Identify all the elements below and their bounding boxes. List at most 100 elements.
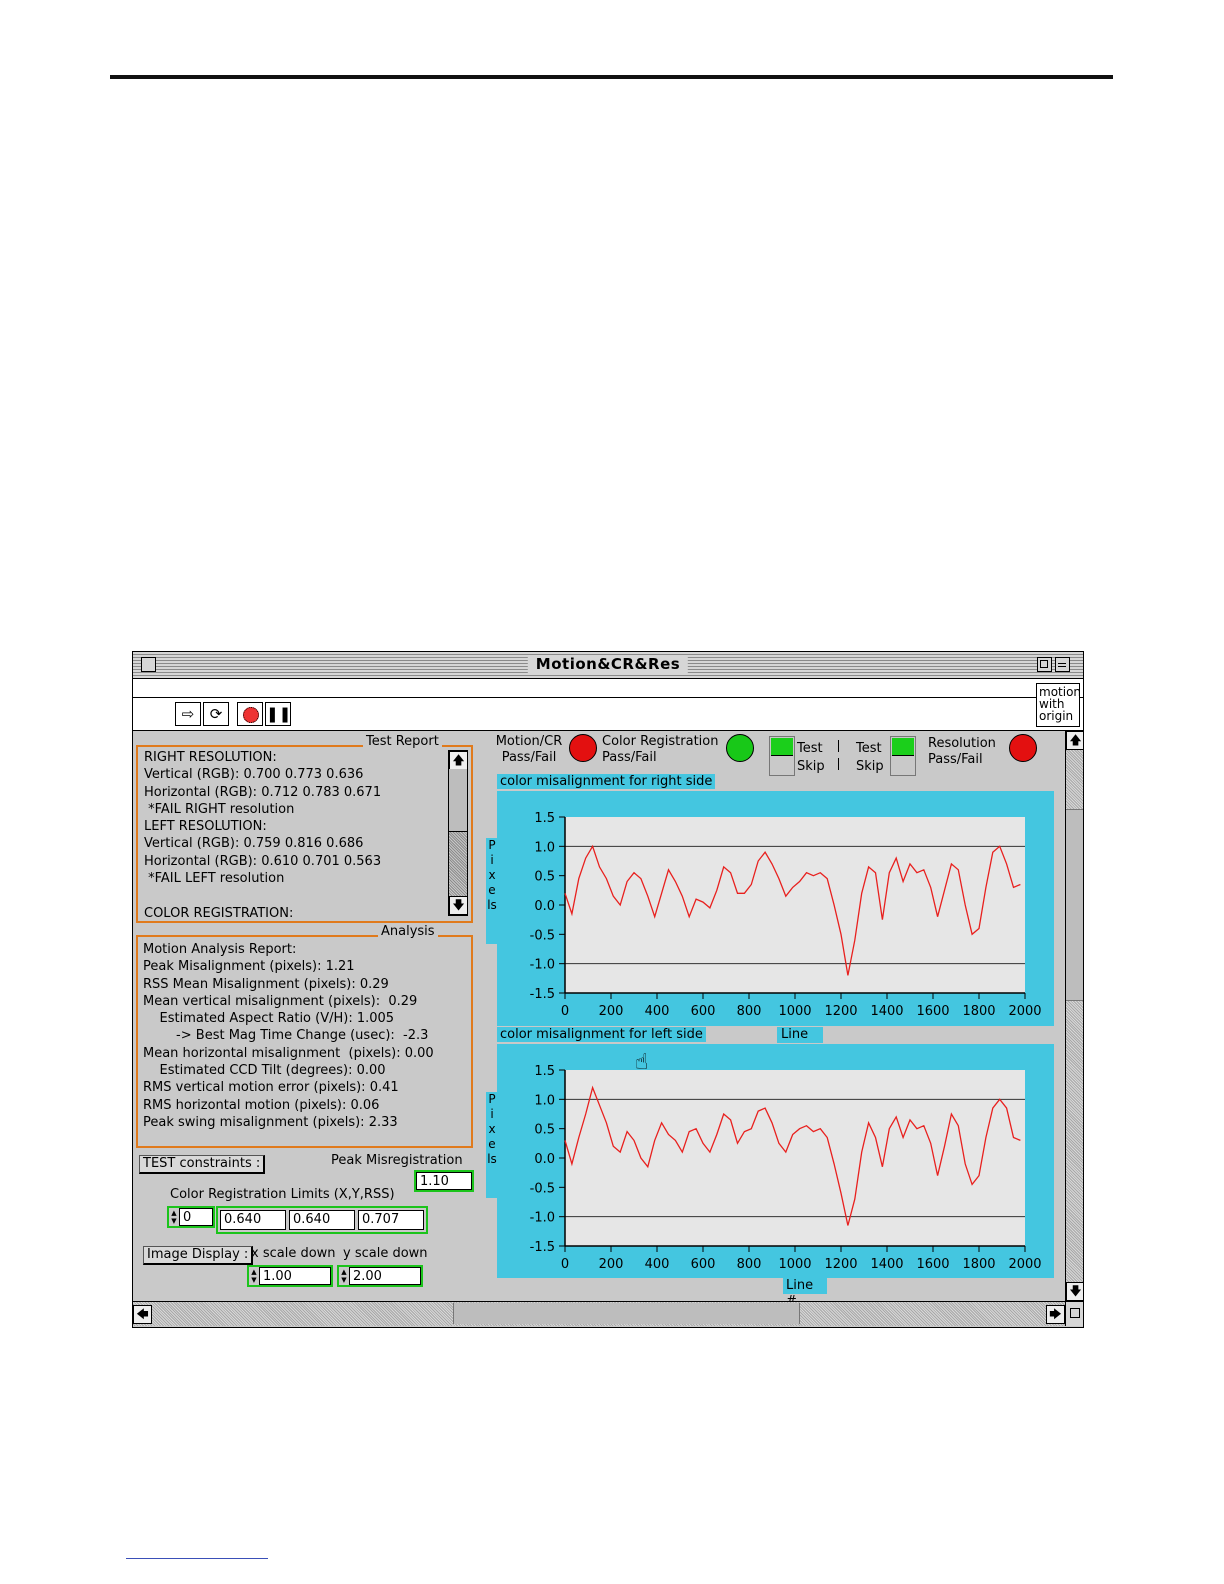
x-tick-label: 1400: [870, 1257, 903, 1272]
y-tick-label: -0.5: [530, 1181, 555, 1196]
resolution-label-line: Resolution: [928, 736, 996, 751]
run-arrow-icon[interactable]: ⇨: [175, 702, 201, 726]
y-tick-label: -1.0: [530, 1211, 555, 1226]
analysis-line: RSS Mean Misalignment (pixels): 0.29: [143, 976, 389, 992]
window-horizontal-scrollbar[interactable]: 🡄 🡆: [133, 1301, 1065, 1326]
y-tick-label: 1.0: [534, 840, 555, 855]
analysis-text: Motion Analysis Report: Peak Misalignmen…: [143, 941, 468, 1131]
limit-y-field[interactable]: 0.640: [289, 1210, 355, 1230]
test-constraints-button[interactable]: TEST constraints :: [139, 1155, 266, 1174]
x-tick-label: 1400: [870, 1004, 903, 1019]
pause-icon[interactable]: ❚❚: [265, 702, 291, 726]
motion-cr-led: [569, 734, 597, 762]
test-report-panel: RIGHT RESOLUTION: Vertical (RGB): 0.700 …: [136, 745, 473, 923]
window-scroll-up-icon[interactable]: 🡅: [1066, 731, 1083, 750]
image-display-button[interactable]: Image Display :: [143, 1246, 254, 1265]
stop-icon[interactable]: [237, 702, 263, 726]
color-registration-label-line: Pass/Fail: [602, 750, 657, 765]
chart-left-panel: 1.5 1.0 0.5 0.0 -0.5 -1.0 -1.5 0 200 400 600 800 100…: [497, 1044, 1054, 1278]
peak-misregistration-field[interactable]: 1.10: [414, 1170, 474, 1192]
peak-misregistration-value: 1.10: [416, 1172, 472, 1190]
motion-cr-label-line: Pass/Fail: [501, 750, 557, 765]
analysis-line: Peak Misalignment (pixels): 1.21: [143, 959, 355, 975]
chart-left-xlabel: Line #: [783, 1278, 827, 1309]
x-tick-label: 1200: [824, 1004, 857, 1019]
chart-left-ylabel-text: Pixels: [487, 1092, 497, 1166]
limits-index-value: 0: [179, 1208, 213, 1226]
color-registration-label-line: Color Registration: [602, 734, 719, 749]
window-scroll-left-icon[interactable]: 🡄: [133, 1305, 152, 1324]
x-scale-label: x scale down: [251, 1246, 336, 1261]
motion-with-origin-box[interactable]: motion with origin: [1036, 683, 1080, 727]
zoom-box-icon[interactable]: [1037, 657, 1052, 672]
toolbar: ⇨ ⟳ ❚❚: [133, 698, 1083, 731]
analysis-line: RMS horizontal motion (pixels): 0.06: [143, 1097, 380, 1113]
stepper-arrows-icon[interactable]: ▲ ▼: [250, 1268, 258, 1284]
stepper-arrows-icon[interactable]: ▲ ▼: [170, 1209, 178, 1225]
y-scale-label: y scale down: [343, 1246, 428, 1261]
window-title: Motion&CR&Res: [527, 655, 689, 674]
collapse-box-icon[interactable]: [1055, 657, 1070, 672]
window-vertical-scrollbar[interactable]: 🡅 🡇: [1065, 731, 1083, 1301]
x-tick-label: 600: [691, 1004, 716, 1019]
limit-x-field[interactable]: 0.640: [220, 1210, 286, 1230]
chart-right-panel: 1.5 1.0 0.5 0.0 -0.5 -1.0 -1.5 0 200 400 600 800 100…: [497, 791, 1054, 1026]
report-line: [144, 887, 444, 904]
footer-link-underline: [126, 1558, 268, 1559]
skip-label-2: Skip: [856, 759, 884, 774]
resize-grip-icon[interactable]: [1065, 1301, 1083, 1326]
analysis-line: Estimated Aspect Ratio (V/H): 1.005: [143, 1011, 395, 1027]
y-tick-label: -1.0: [530, 958, 555, 973]
report-line: LEFT RESOLUTION:: [144, 819, 267, 835]
x-tick-label: 1600: [916, 1257, 949, 1272]
close-box-icon[interactable]: [141, 657, 156, 672]
stepper-arrows-icon[interactable]: ▲ ▼: [340, 1268, 348, 1284]
y-tick-label: 1.5: [534, 811, 555, 826]
title-bar[interactable]: Motion&CR&Res: [133, 652, 1083, 679]
x-tick-label: 400: [645, 1257, 670, 1272]
window-hscroll-thumb[interactable]: [453, 1303, 800, 1324]
window-scroll-right-icon[interactable]: 🡆: [1046, 1305, 1065, 1324]
x-tick-label: 0: [561, 1257, 569, 1272]
x-tick-label: 1200: [824, 1257, 857, 1272]
chart-right-xlabel: Line #: [777, 1027, 823, 1058]
limits-index-stepper[interactable]: ▲ ▼ 0: [167, 1206, 215, 1228]
switch-divider: [838, 740, 839, 752]
analysis-line: Mean horizontal misalignment (pixels): 0…: [143, 1045, 434, 1061]
report-scrollbar[interactable]: 🡅 🡇: [448, 750, 468, 916]
window-vscroll-thumb[interactable]: [1066, 809, 1083, 1001]
y-scale-stepper[interactable]: ▲ ▼ 2.00: [337, 1265, 423, 1287]
x-tick-label: 200: [599, 1004, 624, 1019]
peak-misregistration-label: Peak Misregistration: [331, 1153, 463, 1168]
scroll-thumb[interactable]: [449, 769, 467, 832]
analysis-line: Peak swing misalignment (pixels): 2.33: [143, 1114, 398, 1130]
resolution-test-skip-switch[interactable]: [890, 736, 916, 776]
chart-right-ylabel-text: Pixels: [487, 838, 497, 912]
menu-strip: [133, 679, 1083, 698]
scroll-up-icon[interactable]: 🡅: [449, 751, 468, 770]
report-line: *FAIL LEFT resolution: [144, 871, 285, 887]
color-reg-test-skip-switch[interactable]: [769, 736, 795, 776]
test-report-text[interactable]: RIGHT RESOLUTION: Vertical (RGB): 0.700 …: [144, 749, 444, 919]
analysis-label: Analysis: [378, 924, 438, 939]
report-line: Vertical (RGB): 0.759 0.816 0.686: [144, 836, 364, 852]
limit-rss-field[interactable]: 0.707: [358, 1210, 424, 1230]
analysis-line: RMS vertical motion error (pixels): 0.41: [143, 1080, 399, 1096]
switch-on-icon: [892, 738, 914, 756]
motion-cr-label-line: Motion/CR: [495, 734, 563, 749]
test-label-1: Test: [797, 741, 823, 756]
resolution-led: [1009, 734, 1037, 762]
motion-box-line: origin: [1039, 709, 1074, 723]
y-tick-label: 1.5: [534, 1064, 555, 1079]
chart-right-ylabel: Pixels: [486, 838, 498, 944]
report-line: Vertical (RGB): 0.700 0.773 0.636: [144, 767, 364, 783]
window-scroll-down-icon[interactable]: 🡇: [1066, 1282, 1083, 1301]
continuous-run-icon[interactable]: ⟳: [203, 702, 229, 726]
analysis-line: Mean vertical misalignment (pixels): 0.2…: [143, 993, 418, 1009]
analysis-line: -> Best Mag Time Change (usec): -2.3: [143, 1028, 429, 1044]
scroll-down-icon[interactable]: 🡇: [449, 896, 468, 915]
y-tick-label: -0.5: [530, 928, 555, 943]
chart-left-ylabel: Pixels: [486, 1092, 498, 1198]
x-tick-label: 2000: [1008, 1257, 1041, 1272]
x-scale-stepper[interactable]: ▲ ▼ 1.00: [247, 1265, 333, 1287]
